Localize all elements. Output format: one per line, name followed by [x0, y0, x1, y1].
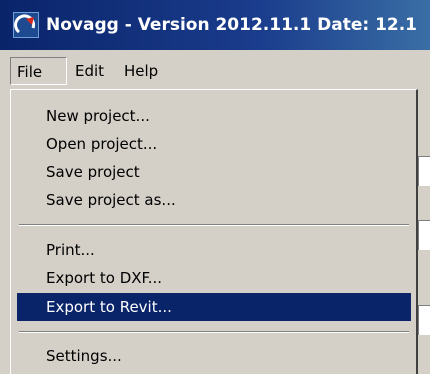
menu-item-save-project[interactable]: Save project [17, 158, 411, 186]
file-dropdown-menu: New project... Open project... Save proj… [10, 89, 418, 374]
menu-edit[interactable]: Edit [69, 57, 110, 85]
menu-item-export-revit[interactable]: Export to Revit... [17, 293, 411, 321]
menu-separator [19, 224, 409, 226]
title-bar[interactable]: Novagg - Version 2012.11.1 Date: 12.1 [0, 0, 430, 50]
background-field [418, 156, 430, 186]
menu-separator [19, 331, 409, 333]
background-field [418, 220, 430, 250]
menu-item-export-dxf[interactable]: Export to DXF... [17, 264, 411, 292]
menu-file[interactable]: File [10, 57, 67, 85]
background-field [418, 305, 430, 335]
menu-bar: File Edit Help [0, 53, 430, 89]
menu-item-print[interactable]: Print... [17, 236, 411, 264]
menu-item-new-project[interactable]: New project... [17, 102, 411, 130]
window-title: Novagg - Version 2012.11.1 Date: 12.1 [46, 15, 418, 35]
menu-item-save-project-as[interactable]: Save project as... [17, 186, 411, 214]
menu-item-open-project[interactable]: Open project... [17, 130, 411, 158]
menu-help[interactable]: Help [118, 57, 164, 85]
app-logo-icon[interactable] [13, 12, 39, 38]
menu-item-settings[interactable]: Settings... [17, 342, 411, 370]
app-window: Novagg - Version 2012.11.1 Date: 12.1 Fi… [0, 0, 430, 374]
